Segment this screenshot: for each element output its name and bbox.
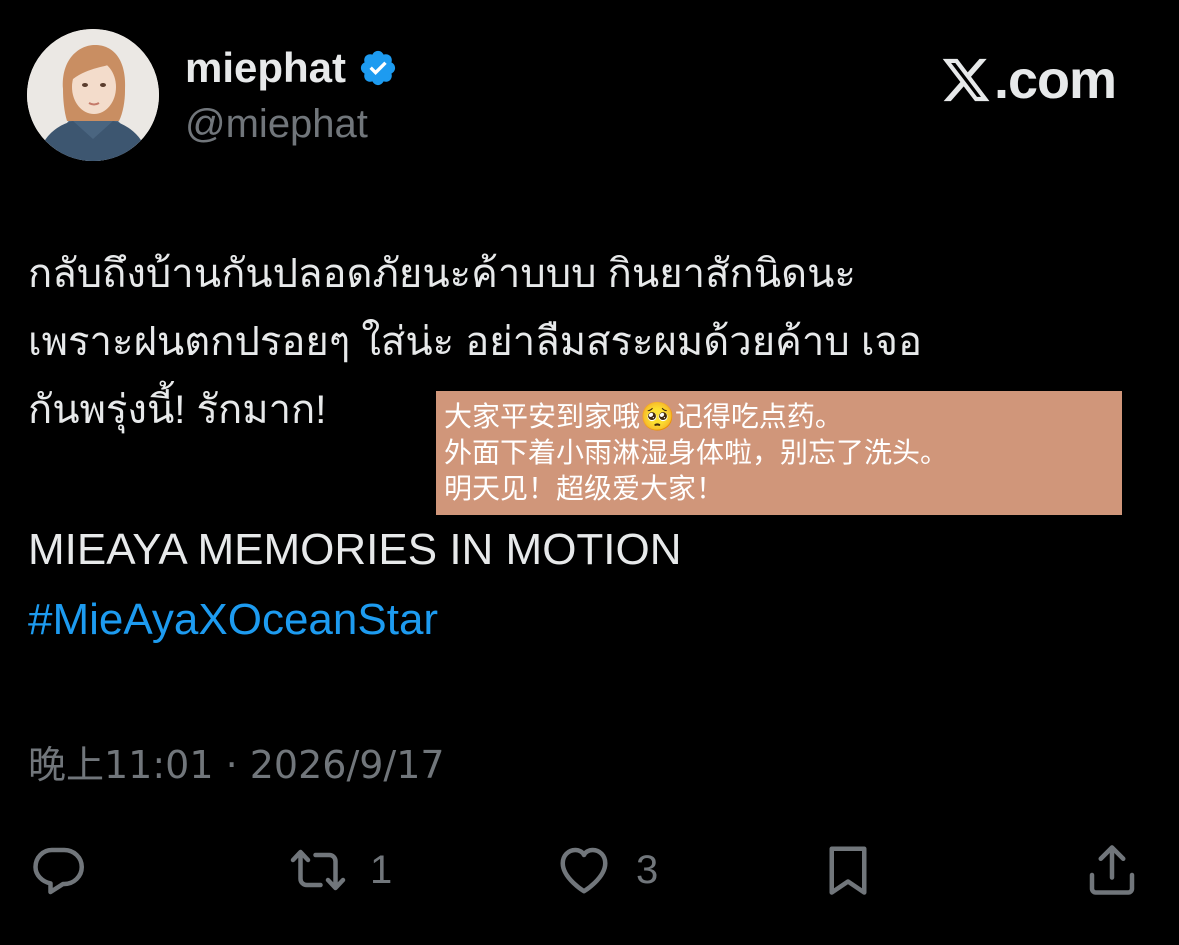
reply-button[interactable] <box>28 830 88 910</box>
share-button[interactable] <box>1082 830 1142 910</box>
display-name[interactable]: miephat <box>185 42 346 94</box>
display-name-row[interactable]: miephat <box>185 42 398 94</box>
bookmark-button[interactable] <box>818 830 878 910</box>
retweet-button[interactable]: 1 <box>288 830 392 910</box>
action-bar: 1 3 <box>0 830 1179 910</box>
retweet-count: 1 <box>370 847 393 892</box>
x-com-text: .com <box>994 50 1117 110</box>
like-button[interactable]: 3 <box>554 830 658 910</box>
translation-overlay: 大家平安到家哦🥺记得吃点药。 外面下着小雨淋湿身体啦，别忘了洗头。 明天见！超级… <box>436 391 1122 515</box>
x-com-brand: .com <box>940 50 1117 110</box>
share-icon <box>1089 845 1135 895</box>
retweet-icon <box>290 849 346 891</box>
avatar[interactable] <box>27 29 159 161</box>
tweet-title-line: MIEAYA MEMORIES IN MOTION <box>28 525 682 574</box>
tweet-timestamp[interactable]: 晚上11:01 · 2026/9/17 <box>28 740 445 790</box>
hashtag-link[interactable]: #MieAyaXOceanStar <box>28 592 438 648</box>
heart-icon <box>560 847 608 894</box>
reply-icon <box>33 847 84 895</box>
verified-badge-icon <box>360 50 396 86</box>
x-logo-icon <box>942 58 990 102</box>
avatar-image <box>27 29 159 161</box>
like-count: 3 <box>636 847 659 892</box>
bookmark-icon <box>829 846 867 895</box>
user-handle[interactable]: @miephat <box>185 98 368 150</box>
